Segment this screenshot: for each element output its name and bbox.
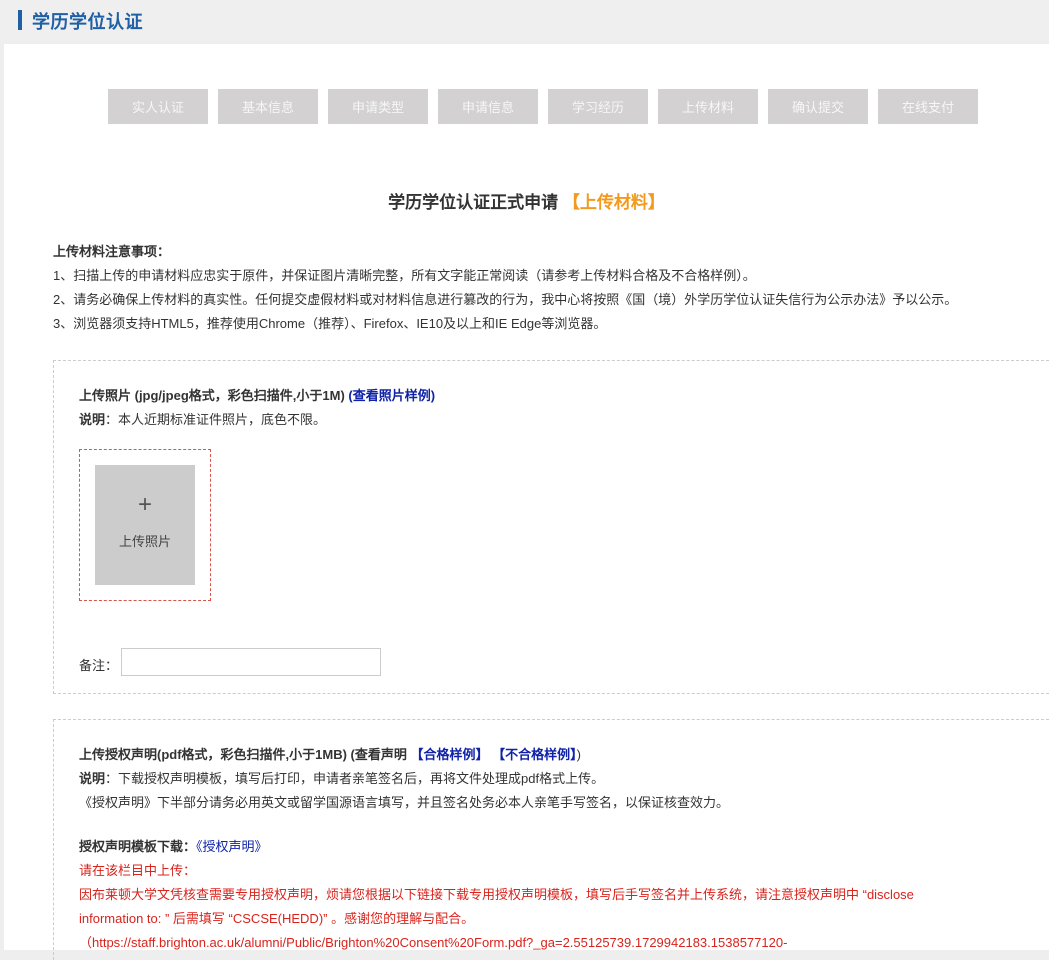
notes-item-2: 2、请务必确保上传材料的真实性。任何提交虚假材料或对材料信息进行篡改的行为，我中…	[53, 292, 958, 307]
photo-section-title: 上传照片 (jpg/jpeg格式，彩色扫描件,小于1M)	[79, 388, 345, 403]
photo-section-title-row: 上传照片 (jpg/jpeg格式，彩色扫描件,小于1M) (查看照片样例)	[79, 385, 435, 404]
notes-title: 上传材料注意事项：	[53, 244, 171, 259]
header-accent-bar	[18, 10, 22, 30]
auth-section-title: 上传授权声明(pdf格式，彩色扫描件,小于1MB)	[79, 747, 347, 762]
step-application-type[interactable]: 申请类型	[328, 89, 428, 124]
step-upload-materials[interactable]: 上传材料	[658, 89, 758, 124]
remark-input[interactable]	[121, 648, 381, 676]
step-basic-info[interactable]: 基本信息	[218, 89, 318, 124]
page-title-text: 学历学位认证正式申请	[388, 193, 559, 212]
photo-desc-label: 说明	[79, 412, 106, 427]
auth-red-line-4: （https://staff.brighton.ac.uk/alumni/Pub…	[79, 935, 788, 950]
photo-upload-frame: + 上传照片	[79, 449, 211, 601]
upload-notes: 上传材料注意事项： 1、扫描上传的申请材料应忠实于原件，并保证图片清晰完整，所有…	[53, 240, 957, 336]
page-title-step: 【上传材料】	[562, 193, 665, 212]
page-title: 学历学位认证正式申请 【上传材料】	[4, 188, 1049, 213]
step-confirm-submit[interactable]: 确认提交	[768, 89, 868, 124]
upload-photo-label: 上传照片	[118, 534, 171, 549]
plus-icon: +	[137, 491, 152, 518]
auth-template-row: 授权声明模板下载：《授权声明》	[79, 836, 268, 855]
auth-view-prefix: (查看声明	[346, 747, 411, 762]
auth-red-line-3: information to: ” 后需填写 “CSCSE(HEDD)” 。感谢…	[79, 911, 475, 926]
qualified-sample-link[interactable]: 【合格样例】	[411, 747, 489, 762]
header-title: 学历学位认证	[32, 12, 143, 32]
auth-template-label: 授权声明模板下载：	[79, 839, 197, 854]
auth-desc-text: ：下载授权声明模板，填写后打印，申请者亲笔签名后，再将文件处理成pdf格式上传。	[105, 771, 605, 786]
page-header: 学历学位认证	[0, 0, 1049, 42]
remark-label: 备注：	[79, 658, 119, 673]
authorization-upload-section: 上传授权声明(pdf格式，彩色扫描件,小于1MB) (查看声明 【合格样例】 【…	[53, 719, 1049, 960]
auth-red-line-1: 请在该栏目中上传：	[79, 863, 197, 878]
photo-section-desc: 说明：本人近期标准证件照片，底色不限。	[79, 409, 326, 428]
photo-desc-text: ：本人近期标准证件照片，底色不限。	[105, 412, 327, 427]
auth-view-suffix: )	[576, 747, 581, 762]
auth-desc-label: 说明	[79, 771, 106, 786]
unqualified-sample-link[interactable]: 【不合格样例】	[492, 747, 577, 762]
photo-upload-section: 上传照片 (jpg/jpeg格式，彩色扫描件,小于1M) (查看照片样例) 说明…	[53, 360, 1049, 694]
auth-desc-line2: 《授权声明》下半部分请务必用英文或留学国源语言填写，并且签名处务必本人亲笔手写签…	[79, 795, 730, 810]
step-education[interactable]: 学习经历	[548, 89, 648, 124]
view-photo-sample-link[interactable]: (查看照片样例)	[348, 388, 435, 403]
auth-template-download-link[interactable]: 《授权声明》	[196, 839, 268, 854]
auth-section-title-row: 上传授权声明(pdf格式，彩色扫描件,小于1MB) (查看声明 【合格样例】 【…	[79, 744, 581, 763]
notes-item-3: 3、浏览器须支持HTML5，推荐使用Chrome（推荐）、Firefox、IE1…	[53, 316, 607, 331]
main-content: 实人认证 基本信息 申请类型 申请信息 学习经历 上传材料 确认提交 在线支付 …	[4, 44, 1049, 960]
step-online-payment[interactable]: 在线支付	[878, 89, 978, 124]
auth-red-line-2: 因布莱顿大学文凭核查需要专用授权声明，烦请您根据以下链接下载专用授权声明模板，填…	[79, 887, 914, 902]
step-real-name-auth[interactable]: 实人认证	[108, 89, 208, 124]
notes-item-1: 1、扫描上传的申请材料应忠实于原件，并保证图片清晰完整，所有文字能正常阅读（请参…	[53, 268, 756, 283]
upload-photo-button[interactable]: + 上传照片	[95, 465, 195, 585]
step-application-info[interactable]: 申请信息	[438, 89, 538, 124]
auth-section-desc: 说明：下载授权声明模板，填写后打印，申请者亲笔签名后，再将文件处理成pdf格式上…	[79, 768, 604, 787]
